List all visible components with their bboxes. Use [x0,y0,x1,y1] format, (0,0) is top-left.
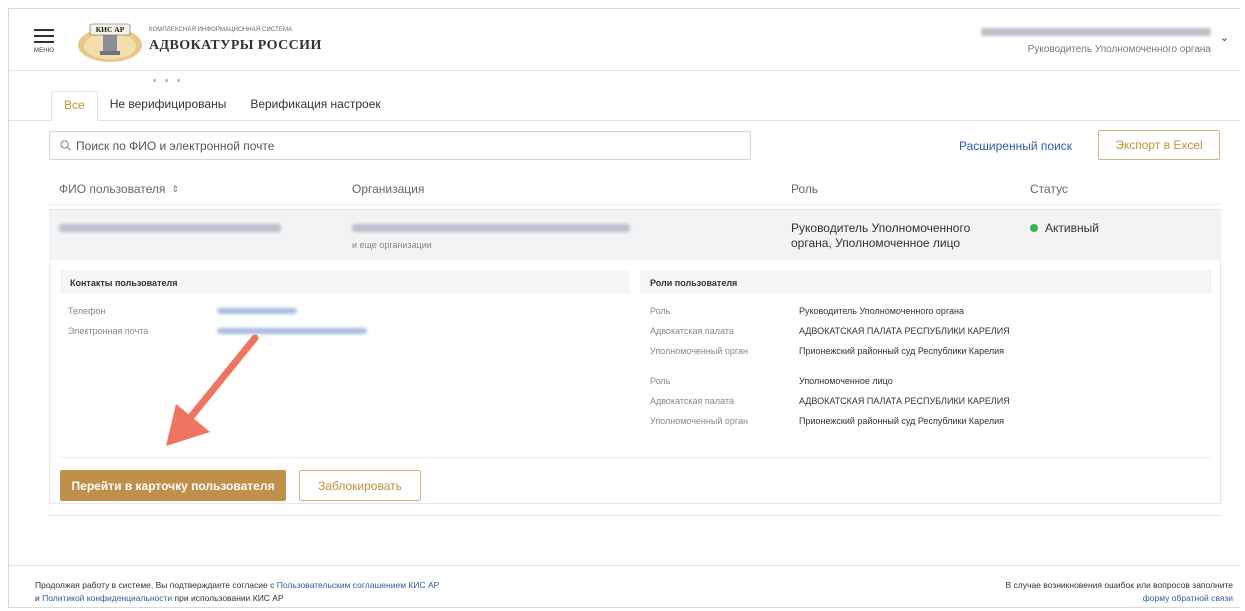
table-row[interactable]: и еще организации Руководитель Уполномоч… [49,209,1221,260]
redacted-user-name [59,224,281,232]
redacted-email-link[interactable] [217,328,367,334]
privacy-policy-link[interactable]: Политикой конфиденциальности [42,593,172,603]
footer-text: В случае возникновения ошибок или вопрос… [1005,580,1233,590]
menu-button[interactable]: МЕНЮ [31,25,57,55]
tab-settings-verification[interactable]: Верификация настроек [238,91,392,121]
details-divider [60,457,1212,458]
user-agreement-link[interactable]: Пользовательским соглашением КИС АР [277,580,440,590]
authority-label: Уполномоченный орган [650,346,748,356]
tab-all[interactable]: Все [51,91,98,121]
contacts-title: Контакты пользователя [60,270,630,294]
footer-text: Продолжая работу в системе, Вы подтвержд… [35,580,277,590]
search-box [49,131,751,160]
hamburger-icon-line [34,35,54,37]
advanced-search-link[interactable]: Расширенный поиск [959,139,1072,153]
authority-label: Уполномоченный орган [650,416,748,426]
column-header-organization: Организация [352,182,425,196]
tab-bar: Все Не верифицированы Верификация настро… [51,91,393,121]
tab-not-verified[interactable]: Не верифицированы [98,91,239,121]
feedback-form-link[interactable]: форму обратной связи [1143,593,1233,603]
redacted-text [981,28,1211,36]
footer-feedback-text: В случае возникновения ошибок или вопрос… [1006,579,1233,605]
chamber-value: АДВОКАТСКАЯ ПАЛАТА РЕСПУБЛИКИ КАРЕЛИЯ [799,326,1010,336]
search-input[interactable] [76,136,736,156]
more-organizations-text: и еще организации [352,240,432,250]
hamburger-icon [34,29,54,31]
table-header-divider [49,204,1221,205]
column-header-name[interactable]: ФИО пользователя ⇕ [59,182,179,196]
chamber-label: Адвокатская палата [650,326,734,336]
role-value: Уполномоченное лицо [799,376,893,386]
status-dot-icon [1030,224,1038,232]
column-header-status: Статус [1030,182,1068,196]
authority-value: Прионежский районный суд Республики Каре… [799,416,1005,426]
row-role: Руководитель Уполномоченного органа, Упо… [791,221,971,250]
role-label: Роль [650,306,671,316]
footer-consent-text: Продолжая работу в системе, Вы подтвержд… [35,579,439,605]
roles-title: Роли пользователя [640,270,1212,294]
kis-ar-logo[interactable]: КИС АР [76,21,144,63]
user-details-panel: Контакты пользователя Телефон Электронна… [49,260,1221,504]
logo-badge-text: КИС АР [96,25,125,34]
user-name-redacted[interactable] [981,26,1211,38]
hamburger-icon-line [34,41,54,43]
page-footer: Продолжая работу в системе, Вы подтвержд… [9,565,1240,607]
redacted-organization [352,224,630,232]
column-header-role: Роль [791,182,819,196]
chamber-label: Адвокатская палата [650,396,734,406]
user-role: Руководитель Уполномоченного органа [1027,44,1211,55]
role-label: Роль [650,376,671,386]
chevron-down-icon[interactable]: ⌄ [1220,31,1229,44]
export-excel-button[interactable]: Экспорт в Excel [1098,130,1220,160]
app-window: МЕНЮ КИС АР КОМПЛЕКСНАЯ ИНФОРМАЦИОННАЯ С… [8,8,1240,608]
email-label: Электронная почта [68,326,149,336]
role-value: Руководитель Уполномоченного органа [799,306,965,316]
sort-icon[interactable]: ⇕ [171,184,179,195]
footer-text: при использовании КИС АР [172,593,284,603]
column-header-label: ФИО пользователя [59,182,166,196]
chamber-value: АДВОКАТСКАЯ ПАЛАТА РЕСПУБЛИКИ КАРЕЛИЯ [799,396,1010,406]
header-decoration [153,69,193,82]
menu-caption: МЕНЮ [33,48,55,54]
status-badge: Активный [1030,221,1099,235]
top-header: МЕНЮ КИС АР КОМПЛЕКСНАЯ ИНФОРМАЦИОННАЯ С… [9,9,1240,82]
status-label: Активный [1045,221,1099,235]
open-user-card-button[interactable]: Перейти в карточку пользователя [60,470,286,501]
content-divider [49,515,1221,516]
phone-label: Телефон [68,306,106,316]
logo-title: АДВОКАТУРЫ РОССИИ [149,38,322,53]
block-user-button[interactable]: Заблокировать [299,470,421,501]
search-icon [60,140,71,151]
redacted-phone-link[interactable] [217,308,297,314]
authority-value: Прионежский районный суд Республики Каре… [799,346,1005,356]
logo-subtitle: КОМПЛЕКСНАЯ ИНФОРМАЦИОННАЯ СИСТЕМА [149,27,293,33]
